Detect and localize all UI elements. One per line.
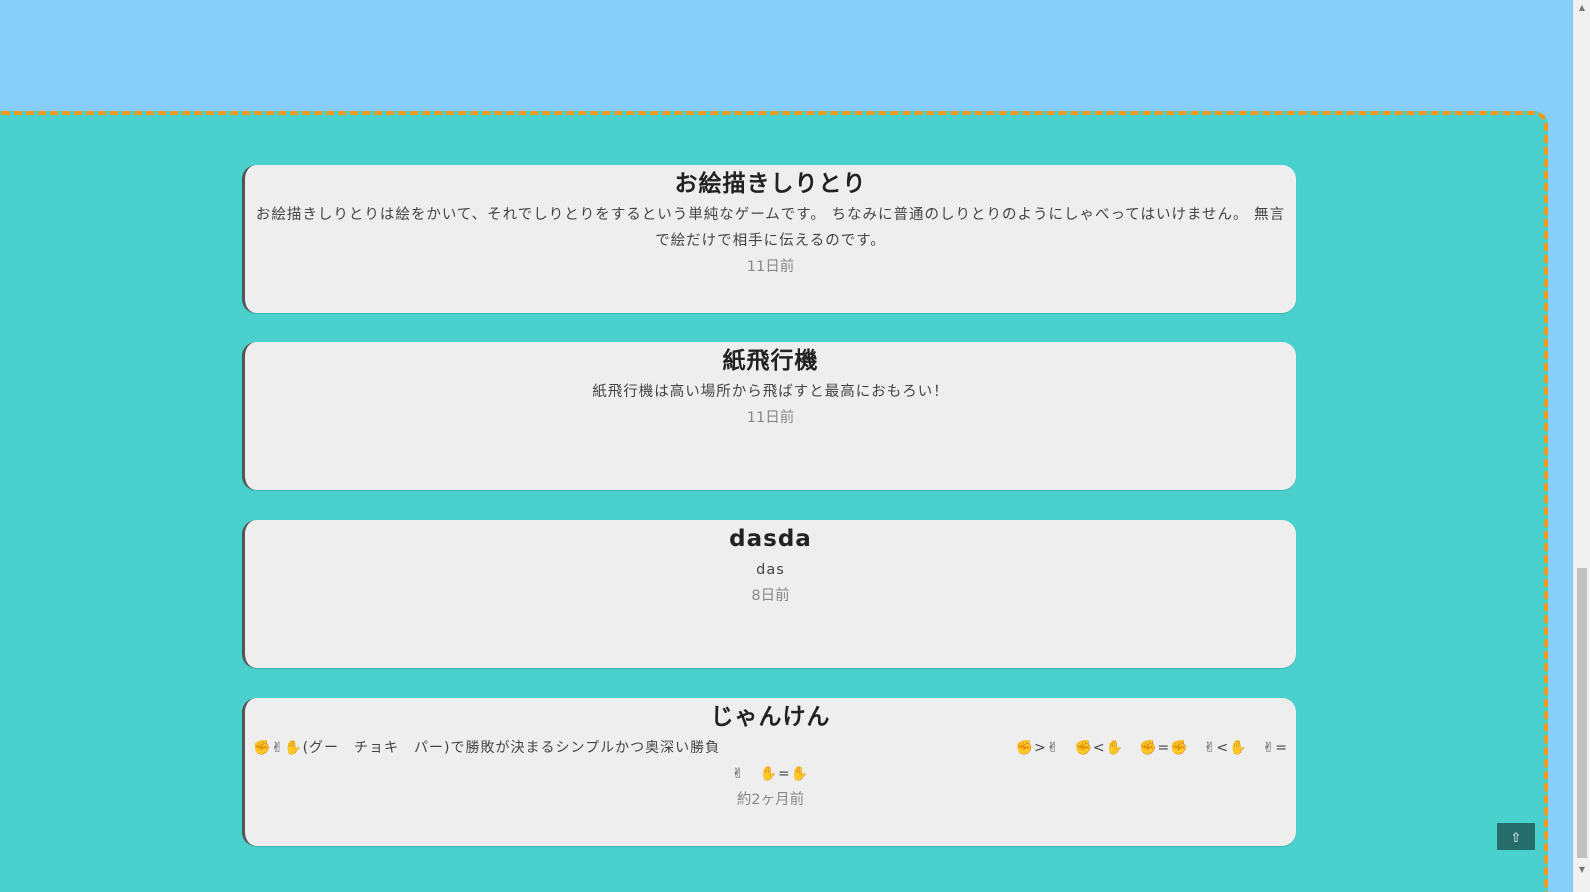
post-title[interactable]: 紙飛行機 bbox=[245, 346, 1296, 376]
post-description-line: ✊✌✋(グー チョキ パー)で勝敗が決まるシンプルかつ奥深い勝負 ✊>✌ ✊<✋… bbox=[247, 735, 1294, 761]
post-description-line: お絵描きしりとりは絵をかいて、それでしりとりをするという単純なゲームです。 ちな… bbox=[255, 207, 1286, 223]
post-description: お絵描きしりとりは絵をかいて、それでしりとりをするという単純なゲームです。 ちな… bbox=[245, 202, 1296, 254]
post-description: 紙飛行機は高い場所から飛ばすと最高におもろい！ bbox=[592, 384, 949, 400]
post-card[interactable]: お絵描きしりとり お絵描きしりとりは絵をかいて、それでしりとりをするという単純な… bbox=[242, 165, 1296, 313]
post-card[interactable]: じゃんけん ✊✌✋(グー チョキ パー)で勝敗が決まるシンプルかつ奥深い勝負 ✊… bbox=[242, 698, 1296, 846]
post-description: ✊✌✋(グー チョキ パー)で勝敗が決まるシンプルかつ奥深い勝負 ✊>✌ ✊<✋… bbox=[245, 735, 1296, 787]
header-background bbox=[0, 0, 1550, 112]
rps-rule-symbols: ✊>✌ ✊<✋ ✊=✊ ✌<✋ ✌= bbox=[1015, 740, 1288, 756]
post-timestamp: 11日前 bbox=[746, 259, 795, 275]
post-card[interactable]: dasda das 8日前 bbox=[242, 520, 1296, 668]
rps-rule-text: ✊✌✋(グー チョキ パー)で勝敗が決まるシンプルかつ奥深い勝負 bbox=[253, 740, 721, 756]
post-timestamp: 8日前 bbox=[751, 588, 790, 604]
scroll-to-top-button[interactable]: ⇧ bbox=[1497, 823, 1535, 850]
vertical-scrollbar[interactable]: ▲ ▼ bbox=[1573, 0, 1590, 892]
scroll-down-arrow-icon[interactable]: ▼ bbox=[1574, 862, 1590, 878]
post-description-line: で絵だけで相手に伝えるのです。 bbox=[655, 233, 886, 249]
page: お絵描きしりとり お絵描きしりとりは絵をかいて、それでしりとりをするという単純な… bbox=[0, 0, 1590, 892]
post-timestamp: 約2ヶ月前 bbox=[736, 792, 805, 808]
post-description-line: ✌ ✋=✋ bbox=[731, 766, 810, 782]
post-title[interactable]: dasda bbox=[245, 524, 1296, 554]
post-card[interactable]: 紙飛行機 紙飛行機は高い場所から飛ばすと最高におもろい！ 11日前 bbox=[242, 342, 1296, 490]
post-timestamp: 11日前 bbox=[746, 410, 795, 426]
post-description: das bbox=[756, 562, 785, 578]
scrollbar-thumb[interactable] bbox=[1577, 568, 1587, 858]
scroll-up-arrow-icon[interactable]: ▲ bbox=[1574, 0, 1590, 16]
post-title[interactable]: じゃんけん bbox=[245, 702, 1296, 732]
post-title[interactable]: お絵描きしりとり bbox=[245, 169, 1296, 199]
